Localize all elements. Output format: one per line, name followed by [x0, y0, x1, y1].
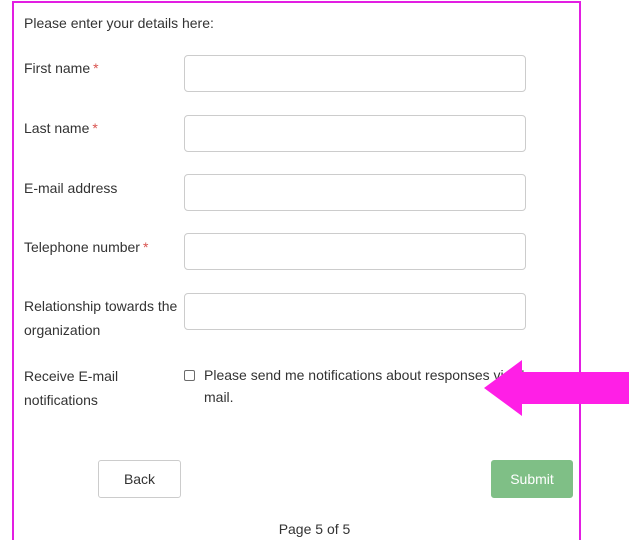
- telephone-label: Telephone number *: [24, 235, 184, 259]
- telephone-input[interactable]: [184, 233, 526, 270]
- last-name-label: Last name *: [24, 116, 184, 140]
- required-marker: *: [92, 120, 98, 136]
- relationship-label: Relationship towards the organization: [24, 294, 179, 342]
- last-name-input[interactable]: [184, 115, 526, 152]
- first-name-input[interactable]: [184, 55, 526, 92]
- email-label-text: E-mail address: [24, 180, 118, 196]
- submit-button[interactable]: Submit: [491, 460, 573, 498]
- last-name-label-text: Last name: [24, 120, 90, 136]
- first-name-label-text: First name: [24, 60, 91, 76]
- form-intro: Please enter your details here:: [24, 15, 214, 31]
- notifications-label: Receive E-mail notifications: [24, 364, 154, 412]
- left-arrow-icon: [484, 360, 629, 416]
- required-marker: *: [93, 60, 99, 76]
- first-name-label: First name *: [24, 56, 184, 80]
- notifications-label-text: Receive E-mail notifications: [24, 368, 119, 408]
- telephone-label-text: Telephone number: [24, 239, 140, 255]
- notifications-checkbox[interactable]: [184, 370, 195, 381]
- back-button[interactable]: Back: [98, 460, 181, 498]
- page-indicator: Page 5 of 5: [278, 521, 351, 537]
- email-label: E-mail address: [24, 176, 184, 200]
- relationship-input[interactable]: [184, 293, 526, 330]
- relationship-label-text: Relationship towards the organization: [24, 298, 178, 338]
- required-marker: *: [142, 239, 149, 255]
- email-input[interactable]: [184, 174, 526, 211]
